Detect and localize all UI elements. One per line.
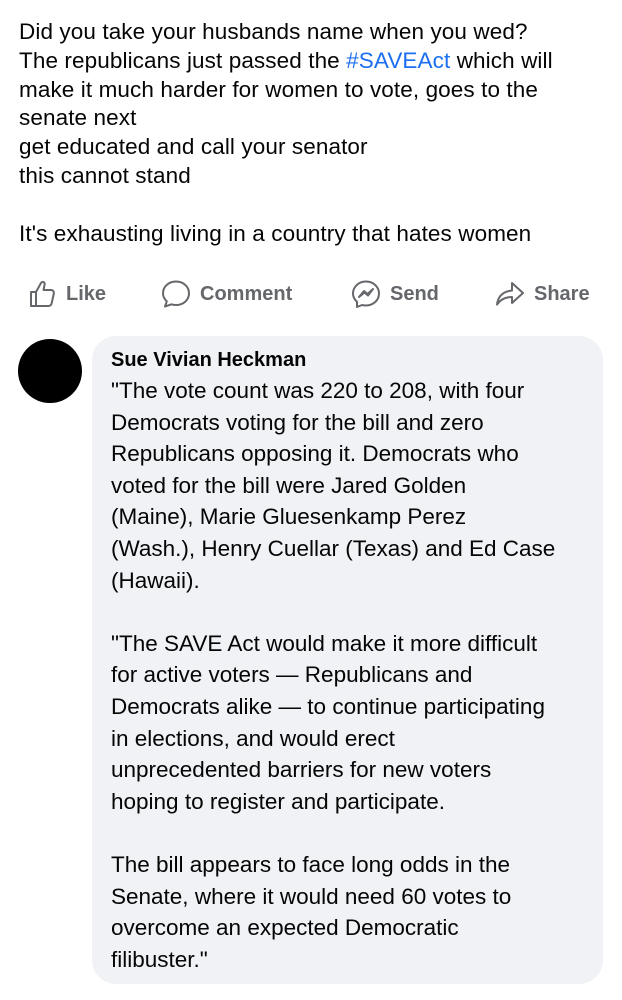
- post-line-part: The republicans just passed the: [19, 47, 347, 73]
- send-button[interactable]: Send: [348, 272, 439, 316]
- comment-line: Republicans opposing it. Democrats who: [111, 441, 519, 467]
- comment-author-name[interactable]: Sue Vivian Heckman: [111, 348, 306, 372]
- messenger-icon: [348, 276, 384, 312]
- comment-line: overcome an expected Democratic: [111, 915, 459, 941]
- comment-line: The bill appears to face long odds in th…: [111, 851, 511, 877]
- avatar[interactable]: [18, 339, 82, 403]
- comment-footer-cut: [110, 990, 410, 1000]
- speech-bubble-icon: [158, 276, 194, 312]
- post-line: get educated and call your senator: [19, 134, 368, 160]
- comment-line: Democrats voting for the bill and zero: [111, 409, 484, 435]
- post-line: senate next: [19, 105, 137, 131]
- comment-line: for active voters — Republicans and: [111, 662, 473, 688]
- comment-line: filibuster.": [111, 946, 208, 972]
- post-line-part: which will: [450, 47, 553, 73]
- post-line: Did you take your husbands name when you…: [19, 19, 528, 44]
- comment-line: (Hawaii).: [111, 567, 200, 593]
- like-label: Like: [66, 282, 107, 305]
- comment-label: Comment: [200, 282, 293, 305]
- comment-line: Senate, where it would need 60 votes to: [111, 883, 512, 909]
- comment-line: Democrats alike — to continue participat…: [111, 693, 545, 719]
- comment-line: voted for the bill were Jared Golden: [111, 472, 467, 498]
- comment-button[interactable]: Comment: [158, 272, 292, 316]
- comment-line: (Maine), Marie Gluesenkamp Perez: [111, 504, 467, 530]
- post-line: make it much harder for women to vote, g…: [19, 76, 539, 102]
- post-line: It's exhausting living in a country that…: [19, 220, 532, 246]
- comment-line: (Wash.), Henry Cuellar (Texas) and Ed Ca…: [111, 535, 556, 561]
- comment-line: in elections, and would erect: [111, 725, 395, 751]
- post-line: this cannot stand: [19, 162, 191, 188]
- comment-line: unprecedented barriers for new voters: [111, 757, 492, 783]
- comment-body: "The vote count was 220 to 208, with fou…: [111, 375, 596, 975]
- comment-line: "The vote count was 220 to 208, with fou…: [111, 378, 525, 403]
- share-button[interactable]: Share: [492, 272, 590, 316]
- post-actions-bar: Like Comment Send Share: [0, 272, 622, 316]
- comment-line: "The SAVE Act would make it more difficu…: [111, 630, 538, 656]
- like-button[interactable]: Like: [24, 272, 106, 316]
- thumbs-up-icon: [24, 276, 60, 312]
- hashtag-link[interactable]: #SAVEAct: [346, 48, 450, 73]
- share-label: Share: [534, 282, 590, 305]
- comment-bubble: Sue Vivian Heckman "The vote count was 2…: [92, 336, 603, 984]
- comment-line: hoping to register and participate.: [111, 788, 445, 814]
- share-arrow-icon: [492, 276, 528, 312]
- post-text: Did you take your husbands name when you…: [19, 18, 609, 248]
- post-line: The republicans just passed the #SAVEAct…: [19, 47, 609, 76]
- send-label: Send: [390, 282, 439, 305]
